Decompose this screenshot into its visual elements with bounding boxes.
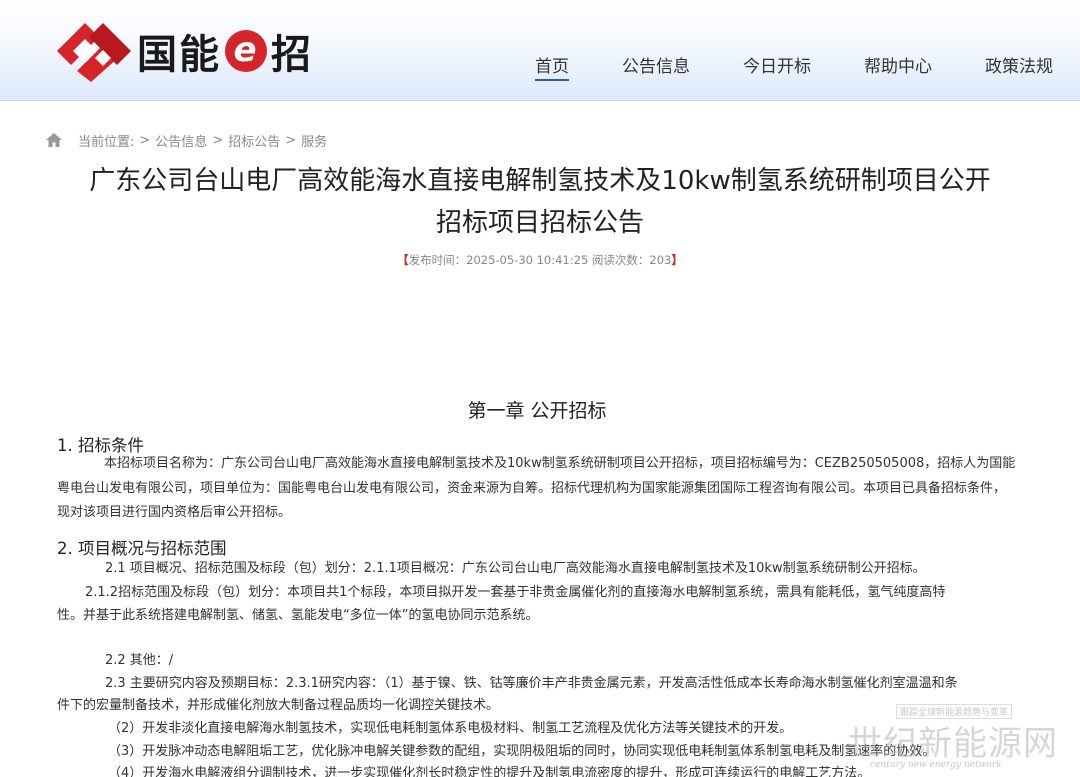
breadcrumb-item-tender-notice[interactable]: 招标公告 <box>228 131 280 150</box>
breadcrumb-item-service[interactable]: 服务 <box>301 131 327 150</box>
breadcrumb-separator: > <box>139 132 151 148</box>
content-line-2-2: 2.2 其他：/ <box>105 653 174 668</box>
meta-text: 发布时间：2025-05-30 10:41:25 阅读次数：203 <box>408 253 672 267</box>
content-line-2-3a: 2.3 主要研究内容及预期目标：2.3.1研究内容：（1）基于镍、铁、钴等廉价丰… <box>105 676 958 691</box>
nav-item-announcements[interactable]: 公告信息 <box>622 52 690 77</box>
article-title: 广东公司台山电厂高效能海水直接电解制氢技术及10kw制氢系统研制项目公开 招标项… <box>40 160 1040 244</box>
article-title-line1: 广东公司台山电厂高效能海水直接电解制氢技术及10kw制氢系统研制项目公开 <box>89 166 991 196</box>
breadcrumb-separator: > <box>212 132 224 148</box>
content-line-item-2: （2）开发非淡化直接电解海水制氢技术，实现低电耗制氢体系电极材料、制氢工艺流程及… <box>108 721 793 736</box>
breadcrumb-item-announcements[interactable]: 公告信息 <box>155 131 207 150</box>
content-line-2-3b: 件下的宏量制备技术，并形成催化剂放大制备过程品质均一化调控关键技术。 <box>57 698 500 713</box>
breadcrumb-prefix: 当前位置: <box>78 134 135 150</box>
content-line-2-1-2a: 2.1.2招标范围及标段（包）划分：本项目共1个标段，本项目拟开发一套基于非贵金… <box>85 585 946 600</box>
content-line-item-3: （3）开发脉冲动态电解阻垢工艺，优化脉冲电解关键参数的配组，实现阴极阻垢的同时，… <box>108 744 936 759</box>
breadcrumb-separator: > <box>285 132 297 148</box>
content-line-item-4: （4）开发海水电解液组分调制技术，进一步实现催化剂长时稳定性的提升及制氢电流密度… <box>108 766 871 777</box>
main-nav: 首页 公告信息 今日开标 帮助中心 政策法规 <box>0 52 1080 81</box>
chapter-heading: 第一章 公开招标 <box>467 400 607 422</box>
home-icon[interactable] <box>46 133 62 147</box>
article-meta: 【发布时间：2025-05-30 10:41:25 阅读次数：203】 <box>0 252 1080 268</box>
meta-bracket-open: 【 <box>397 253 409 267</box>
watermark-sub: century new energy network <box>870 760 1002 770</box>
section-heading-2: 2. 项目概况与招标范围 <box>57 539 227 558</box>
article-title-line2: 招标项目招标公告 <box>435 208 644 238</box>
breadcrumb: 当前位置: > 公告信息 > 招标公告 > 服务 <box>46 131 327 150</box>
watermark-tagline: 跟踪全球新能源趋势与变革 <box>896 704 1013 719</box>
meta-bracket-close: 】 <box>671 253 683 267</box>
content-line-2-1-2b: 性。并基于此系统搭建电解制氢、储氢、氢能发电“多位一体”的氢电协同示范系统。 <box>57 608 539 623</box>
content-line-2-1: 2.1 项目概况、招标范围及标段（包）划分：2.1.1项目概况：广东公司台山电厂… <box>105 561 926 576</box>
section-1-paragraph: 本招标项目名称为：广东公司台山电厂高效能海水直接电解制氢技术及10kw制氢系统研… <box>57 456 1016 520</box>
site-header: 国能 e 招 首页 公告信息 今日开标 帮助中心 政策法规 <box>0 0 1080 101</box>
nav-item-help-center[interactable]: 帮助中心 <box>864 52 932 77</box>
nav-item-today-opening[interactable]: 今日开标 <box>743 52 811 77</box>
nav-item-policies[interactable]: 政策法规 <box>985 52 1053 77</box>
nav-item-home[interactable]: 首页 <box>535 52 569 81</box>
